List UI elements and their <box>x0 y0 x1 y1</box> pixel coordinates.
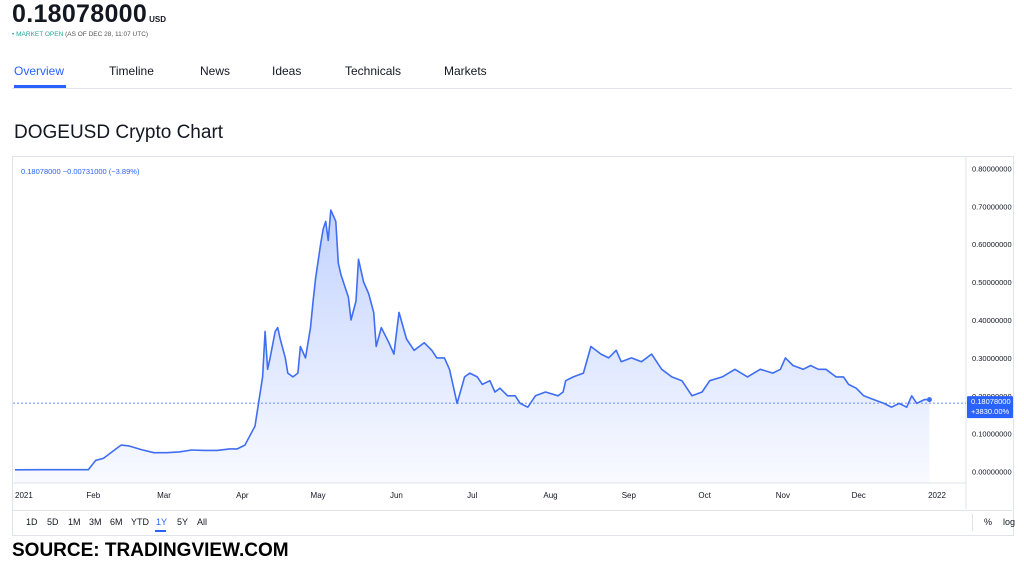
tab-timeline[interactable]: Timeline <box>109 64 154 78</box>
range-ytd-button[interactable]: YTD <box>131 517 149 527</box>
last-price-dot <box>926 397 932 403</box>
price-header: 0.18078000 USD <box>12 0 166 29</box>
x-tick-label: Apr <box>236 491 249 500</box>
percent-scale-toggle[interactable]: % <box>984 517 992 527</box>
y-tick-label: 0.80000000 <box>972 164 1012 173</box>
series-header-label: 0.18078000 −0.00731000 (−3.89%) <box>21 167 140 176</box>
x-tick-label: Sep <box>622 491 637 500</box>
x-tick-label: Jul <box>467 491 477 500</box>
x-tick-label: Mar <box>157 491 171 500</box>
y-tick-label: 0.30000000 <box>972 354 1012 363</box>
y-tick-label: 0.10000000 <box>972 430 1012 439</box>
y-axis: 0.80000000 0.70000000 0.60000000 0.50000000… <box>972 164 1012 476</box>
chart-container[interactable]: 0.18078000 −0.00731000 (−3.89%) 0.800000… <box>12 156 1014 536</box>
price-unit: USD <box>149 15 166 24</box>
y-tick-label: 0.50000000 <box>972 278 1012 287</box>
x-tick-label: 2022 <box>928 491 946 500</box>
active-range-indicator <box>155 530 166 532</box>
tab-overview[interactable]: Overview <box>14 64 64 78</box>
last-price-change: +3830.00% <box>971 407 1009 416</box>
tab-technicals[interactable]: Technicals <box>345 64 401 78</box>
x-tick-label: Aug <box>543 491 557 500</box>
price-area-fill <box>15 210 930 483</box>
range-1y-button[interactable]: 1Y <box>156 517 167 527</box>
range-5d-button[interactable]: 5D <box>47 517 59 527</box>
range-3m-button[interactable]: 3M <box>89 517 102 527</box>
y-tick-label: 0.00000000 <box>972 468 1012 477</box>
market-status: • MARKET OPEN (AS OF DEC 28, 11:07 UTC) <box>12 31 148 38</box>
x-tick-label: Dec <box>852 491 866 500</box>
x-tick-label: Feb <box>86 491 100 500</box>
last-price-value: 0.18078000 <box>971 397 1011 406</box>
last-price-badge: 0.18078000 +3830.00% <box>967 396 1013 419</box>
y-tick-label: 0.70000000 <box>972 202 1012 211</box>
x-axis: 2021 Feb Mar Apr May Jun Jul Aug Sep Oct Nov Dec 202… <box>15 491 946 500</box>
tab-news[interactable]: News <box>200 64 230 78</box>
scale-separator <box>972 514 973 531</box>
tab-markets[interactable]: Markets <box>444 64 487 78</box>
price-chart[interactable]: 0.18078000 −0.00731000 (−3.89%) 0.800000… <box>13 157 1013 509</box>
range-6m-button[interactable]: 6M <box>110 517 123 527</box>
as-of-timestamp: (AS OF DEC 28, 11:07 UTC) <box>65 31 149 38</box>
range-all-button[interactable]: All <box>197 517 207 527</box>
x-tick-label: Jun <box>390 491 403 500</box>
y-tick-label: 0.60000000 <box>972 240 1012 249</box>
log-scale-toggle[interactable]: log <box>1003 517 1015 527</box>
x-tick-label: Nov <box>776 491 790 500</box>
range-1m-button[interactable]: 1M <box>68 517 81 527</box>
range-1d-button[interactable]: 1D <box>26 517 38 527</box>
section-title: DOGEUSD Crypto Chart <box>14 122 224 143</box>
tab-ideas[interactable]: Ideas <box>272 64 301 78</box>
range-5y-button[interactable]: 5Y <box>177 517 188 527</box>
market-open-label: MARKET OPEN <box>16 31 64 38</box>
source-credit: SOURCE: TRADINGVIEW.COM <box>12 540 289 561</box>
y-tick-label: 0.40000000 <box>972 316 1012 325</box>
range-toolbar: 1D 5D 1M 3M 6M YTD 1Y 5Y All % log <box>12 510 1015 535</box>
x-tick-label: Oct <box>698 491 711 500</box>
active-tab-indicator <box>14 85 66 88</box>
current-price: 0.18078000 <box>12 0 148 28</box>
x-tick-label: 2021 <box>15 491 33 500</box>
x-tick-label: May <box>311 491 326 500</box>
tab-bar: Overview Timeline News Ideas Technicals … <box>12 58 1012 89</box>
status-dot-icon: • <box>12 31 15 38</box>
